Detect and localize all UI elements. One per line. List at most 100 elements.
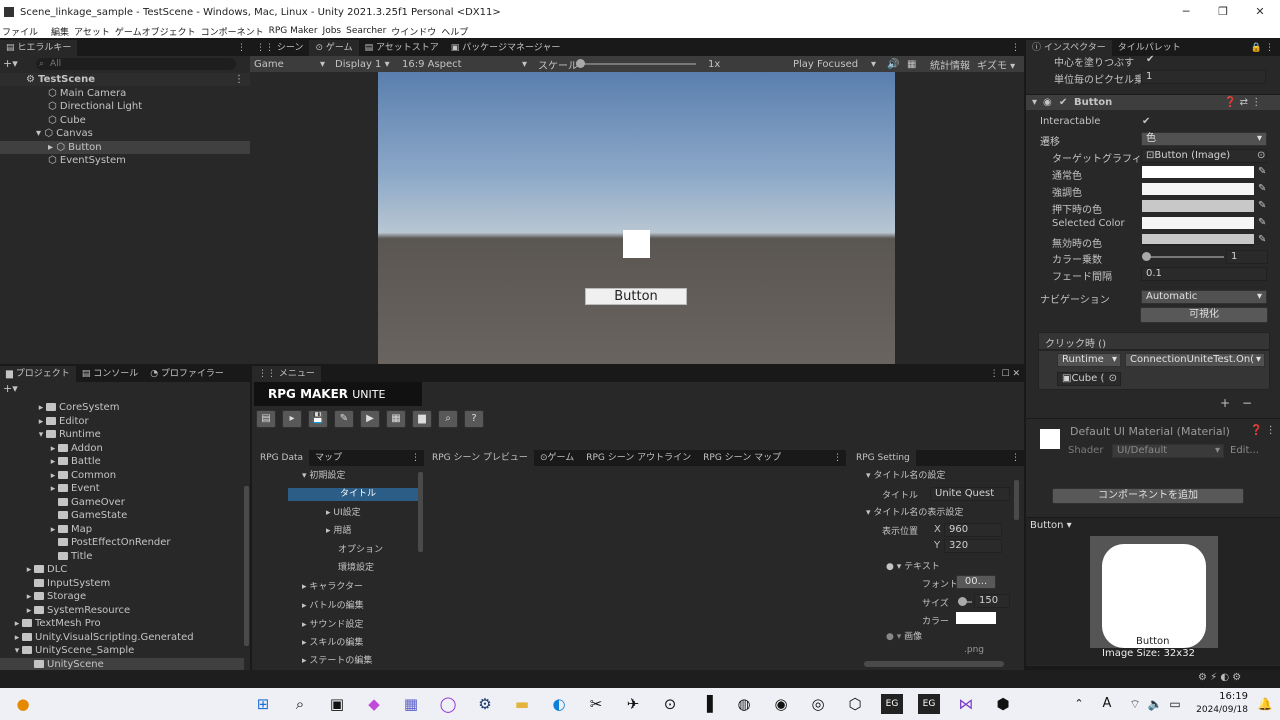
color-multiplier-slider[interactable] (1142, 252, 1224, 261)
edge-icon[interactable]: ◐ (548, 694, 570, 714)
clock-time[interactable]: 16:19 (1194, 691, 1248, 702)
menu-rpgmaker[interactable]: RPG Maker (269, 26, 318, 36)
mute-icon[interactable]: 🔊 (887, 59, 899, 70)
display-dropdown[interactable]: Display 1 ▾ (335, 59, 390, 70)
list-item[interactable]: InputSystem (0, 577, 244, 590)
font-button[interactable]: 00... (956, 575, 996, 589)
tree-item[interactable]: ▸ スキルの編集 (254, 637, 424, 650)
menu-searcher[interactable]: Searcher (346, 26, 386, 36)
eyedropper-icon[interactable]: ✎ (1258, 234, 1266, 245)
target-graphic-field[interactable]: ⊡Button (Image) (1141, 149, 1267, 163)
scene-row[interactable]: ⚙ TestScene ⋮ (0, 73, 250, 87)
list-item[interactable]: ▸ Common (0, 469, 244, 482)
scrollbar[interactable] (1014, 480, 1019, 520)
app-icon[interactable]: ✈ (622, 694, 644, 714)
search-input[interactable]: ⌕ All (36, 58, 236, 70)
minimize-icon[interactable]: ─ (1168, 0, 1204, 24)
new-icon[interactable]: ▤ (256, 410, 276, 428)
epic-games-icon[interactable]: EG (881, 694, 903, 714)
eyedropper-icon[interactable]: ✎ (1258, 200, 1266, 211)
volume-icon[interactable]: 🔈 (1144, 694, 1166, 714)
gizmos-dropdown[interactable]: ギズモ ▾ (977, 57, 1015, 72)
disabled-color-swatch[interactable] (1142, 234, 1254, 246)
function-dropdown[interactable]: ConnectionUniteTest.On(▾ (1125, 353, 1265, 367)
menu-help[interactable]: ヘルプ (441, 25, 468, 38)
tree-item[interactable]: 環境設定 (254, 562, 424, 575)
search-icon[interactable]: ⌕ (438, 410, 458, 428)
tab-packagemanager[interactable]: ▣ パッケージマネージャー (445, 40, 567, 56)
task-view-icon[interactable]: ▣ (326, 694, 348, 714)
fill-center-checkbox[interactable]: ✔ (1146, 54, 1154, 65)
size-slider[interactable] (958, 597, 972, 606)
status-icons[interactable]: ⚙ ⚡ ◐ ⚙ (1198, 672, 1241, 683)
window-controls-icon[interactable]: ⋮ ☐ ✕ (990, 369, 1024, 379)
tree-item-selected[interactable]: タイトル (288, 488, 418, 502)
list-item[interactable]: PostEffectOnRender (0, 536, 244, 549)
tab-hierarchy[interactable]: ▤ ヒエラルキー (0, 40, 78, 56)
list-item[interactable]: ▸ SystemResource (0, 604, 244, 617)
list-item[interactable]: ▸ Battle (0, 455, 244, 468)
notification-bell-icon[interactable]: 🔔 (1254, 694, 1276, 714)
tree-item[interactable]: ▾ 初期設定 (254, 470, 424, 483)
remove-listener-button[interactable]: − (1242, 396, 1252, 410)
fade-duration-field[interactable]: 0.1 (1141, 267, 1267, 281)
preview-dropdown[interactable]: Button ▾ (1030, 520, 1072, 531)
save-icon[interactable]: 💾 (308, 410, 328, 428)
app-icon[interactable]: ◍ (733, 694, 755, 714)
list-item[interactable]: ▸ Map (0, 523, 244, 536)
menu-assets[interactable]: アセット (74, 25, 110, 38)
tab-rpg-game[interactable]: ⊙ゲーム (534, 450, 580, 466)
stats-button[interactable]: 統計情報 (930, 57, 970, 72)
unity-hub-icon[interactable]: ⬡ (844, 694, 866, 714)
more-icon[interactable]: ⋮ (411, 453, 424, 463)
list-item[interactable]: ▸ DLC (0, 563, 244, 576)
open-icon[interactable]: ▸ (282, 410, 302, 428)
help-icon[interactable]: ? (464, 410, 484, 428)
tab-rpg-map[interactable]: RPG シーン マップ (697, 450, 787, 466)
chevron-right-icon[interactable]: ▸ (48, 142, 53, 153)
tree-item[interactable]: ▸ ステートの編集 (254, 655, 424, 668)
obs-icon[interactable]: ◉ (770, 694, 792, 714)
y-field[interactable]: 320 (944, 539, 1002, 553)
menu-window[interactable]: ウインドウ (391, 25, 436, 38)
list-item-selected[interactable]: UnityScene (0, 657, 244, 671)
horizontal-scrollbar[interactable] (864, 661, 1004, 667)
wifi-icon[interactable]: ⌔ (1124, 694, 1146, 714)
target-object-field[interactable]: ▣Cube (⊙ (1057, 372, 1121, 386)
more-icon[interactable]: ⋮ (1011, 43, 1024, 53)
help-icon[interactable]: ❓ ⋮ (1250, 425, 1276, 436)
pen-icon[interactable]: ✎ (334, 410, 354, 428)
play-icon[interactable]: ▶ (360, 410, 380, 428)
copilot-icon[interactable]: ◆ (363, 694, 385, 714)
chevron-down-icon[interactable]: ▾ (1032, 97, 1037, 108)
list-item[interactable]: ▾ UnityScene_Sample (0, 644, 244, 657)
lock-icon[interactable]: 🔒 ⋮ (1251, 43, 1280, 53)
scale-slider-handle[interactable] (576, 59, 585, 68)
grid-icon[interactable]: ▦ (907, 59, 916, 70)
more-icon[interactable]: ⋮ (1011, 453, 1024, 463)
eyedropper-icon[interactable]: ✎ (1258, 183, 1266, 194)
maximize-icon[interactable]: ❐ (1205, 0, 1241, 24)
deploy-icon[interactable]: ▦ (386, 410, 406, 428)
add-component-button[interactable]: コンポーネントを追加 (1052, 488, 1244, 504)
unity-icon[interactable]: ⬢ (992, 694, 1014, 714)
menu-gameobject[interactable]: ゲームオブジェクト (115, 25, 196, 38)
menu-file[interactable]: ファイル (2, 25, 38, 38)
teams-icon[interactable]: ▦ (400, 694, 422, 714)
visual-studio-icon[interactable]: ⋈ (955, 694, 977, 714)
more-icon[interactable]: ⋮ (237, 43, 250, 53)
list-item[interactable]: ▸ Addon (0, 442, 244, 455)
tab-menu[interactable]: ⋮⋮ メニュー (252, 366, 321, 382)
aspect-dropdown[interactable]: 16:9 Aspect ▾ (402, 59, 527, 70)
search-icon[interactable]: ⌕ (289, 694, 311, 714)
eyedropper-icon[interactable]: ✎ (1258, 217, 1266, 228)
ime-indicator[interactable]: A (1096, 694, 1118, 714)
tab-rpg-outline[interactable]: RPG シーン アウトライン (580, 450, 697, 466)
app-icon[interactable]: ◎ (807, 694, 829, 714)
list-item[interactable]: ▸ Event (0, 482, 244, 495)
tab-rpg-setting[interactable]: RPG Setting (850, 450, 916, 466)
list-item[interactable]: ▸ Editor (0, 415, 244, 428)
folder-icon[interactable]: ▆ (412, 410, 432, 428)
text-color-swatch[interactable] (956, 612, 996, 624)
steam-icon[interactable]: ⚙ (474, 694, 496, 714)
